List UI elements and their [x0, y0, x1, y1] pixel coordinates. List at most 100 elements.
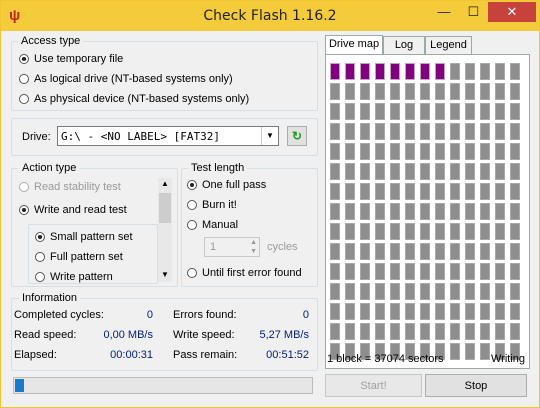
drive-map-cell: [465, 143, 475, 160]
drive-map-cell: [330, 183, 340, 200]
tab-log[interactable]: Log: [383, 36, 425, 55]
until-error-radio[interactable]: [187, 268, 197, 278]
scroll-down-icon[interactable]: ▼: [161, 270, 169, 279]
cycles-stepper[interactable]: 1 ▲ ▼: [204, 237, 260, 257]
refresh-button[interactable]: ↻: [287, 126, 307, 146]
progress-fill: [15, 379, 24, 392]
stop-button[interactable]: Stop: [425, 374, 527, 397]
drive-map-cell: [495, 83, 505, 100]
drive-map-cell: [435, 143, 445, 160]
drive-map-cell: [495, 143, 505, 160]
drive-map-cell: [480, 243, 490, 260]
close-button[interactable]: ✕: [488, 2, 536, 22]
drive-map-cell: [465, 283, 475, 300]
drive-map-cell: [390, 263, 400, 280]
small-pattern-radio[interactable]: [35, 232, 45, 242]
drive-map-cell: [510, 323, 520, 340]
drive-map-cell: [345, 263, 355, 280]
access-option-label[interactable]: As physical device (NT-based systems onl…: [34, 93, 249, 105]
length-option-label[interactable]: Manual: [202, 219, 238, 231]
scrollbar-thumb[interactable]: [159, 193, 171, 223]
drive-map-cell: [510, 183, 520, 200]
drive-map-cell: [360, 263, 370, 280]
drive-map-cell: [510, 283, 520, 300]
drive-map-cell: [360, 83, 370, 100]
manual-radio[interactable]: [187, 220, 197, 230]
drive-map-cell: [420, 203, 430, 220]
length-option-label[interactable]: Until first error found: [202, 267, 302, 279]
drive-map-cell: [435, 103, 445, 120]
drive-map-cell: [390, 163, 400, 180]
access-option-label[interactable]: Use temporary file: [34, 53, 123, 65]
drive-map-cell: [390, 323, 400, 340]
drive-map-cell: [465, 163, 475, 180]
drive-map-cell: [360, 183, 370, 200]
stepper-up-icon[interactable]: ▲: [250, 238, 257, 247]
drive-map-cell: [405, 183, 415, 200]
pattern-option-label[interactable]: Small pattern set: [50, 231, 133, 243]
drive-map-cell: [405, 223, 415, 240]
pattern-option-label[interactable]: Write pattern: [50, 271, 113, 283]
length-option-label[interactable]: One full pass: [202, 179, 266, 191]
drive-map-cell: [420, 263, 430, 280]
drive-map-cell: [405, 203, 415, 220]
length-option-label[interactable]: Burn it!: [202, 199, 237, 211]
drive-map-cell: [360, 163, 370, 180]
drive-map-cell: [330, 103, 340, 120]
tab-drive-map[interactable]: Drive map: [325, 35, 383, 56]
drive-map-cell: [375, 223, 385, 240]
pattern-option-label[interactable]: Full pattern set: [50, 251, 123, 263]
drive-map-cell: [510, 123, 520, 140]
one-full-pass-radio[interactable]: [187, 180, 197, 190]
drive-map-cell: [390, 303, 400, 320]
drive-map-cell: [420, 163, 430, 180]
drive-select[interactable]: G:\ - <NO LABEL> [FAT32] ▼: [57, 126, 279, 146]
drive-map-cell: [435, 283, 445, 300]
drive-map-cell: [330, 123, 340, 140]
access-type-label: Access type: [18, 35, 84, 47]
refresh-icon: ↻: [291, 129, 303, 143]
start-button[interactable]: Start!: [325, 374, 422, 397]
drive-map-cell: [420, 283, 430, 300]
scroll-up-icon[interactable]: ▲: [161, 179, 169, 188]
drive-map-cell: [405, 143, 415, 160]
burn-it-radio[interactable]: [187, 200, 197, 210]
drive-map-cell: [495, 223, 505, 240]
drive-map-cell: [345, 103, 355, 120]
drive-map-cell: [345, 163, 355, 180]
full-pattern-radio[interactable]: [35, 252, 45, 262]
action-scrollbar[interactable]: ▲ ▼: [158, 178, 172, 282]
drive-map-cell: [360, 63, 370, 80]
drive-map-cell: [450, 263, 460, 280]
action-option-label[interactable]: Read stability test: [34, 181, 121, 193]
drive-map-cell: [345, 83, 355, 100]
minimize-button[interactable]: —: [429, 2, 459, 22]
write-read-radio[interactable]: [19, 205, 29, 215]
chevron-down-icon[interactable]: ▼: [261, 127, 278, 145]
drive-map-cell: [345, 63, 355, 80]
drive-map-cell: [435, 83, 445, 100]
drive-map-cell: [330, 263, 340, 280]
drive-map-cell: [480, 203, 490, 220]
access-logical-radio[interactable]: [19, 74, 29, 84]
drive-map-cell: [405, 103, 415, 120]
action-option-label[interactable]: Write and read test: [34, 204, 127, 216]
access-physical-radio[interactable]: [19, 94, 29, 104]
maximize-button[interactable]: ☐: [459, 2, 488, 22]
tab-legend[interactable]: Legend: [425, 36, 472, 55]
drive-map-cell: [405, 323, 415, 340]
drive-map-cell: [405, 263, 415, 280]
drive-map-cell: [435, 263, 445, 280]
drive-map-cell: [375, 323, 385, 340]
write-pattern-radio[interactable]: [35, 272, 45, 282]
drive-map-cell: [435, 303, 445, 320]
drive-map-cell: [495, 63, 505, 80]
access-option-label[interactable]: As logical drive (NT-based systems only): [34, 73, 233, 85]
action-type-label: Action type: [19, 162, 80, 174]
read-stability-radio[interactable]: [19, 182, 29, 192]
drive-map-cell: [450, 83, 460, 100]
drive-map-cell: [450, 343, 460, 360]
drive-select-value: G:\ - <NO LABEL> [FAT32]: [61, 130, 220, 143]
stepper-down-icon[interactable]: ▼: [250, 247, 257, 256]
access-temp-file-radio[interactable]: [19, 54, 29, 64]
